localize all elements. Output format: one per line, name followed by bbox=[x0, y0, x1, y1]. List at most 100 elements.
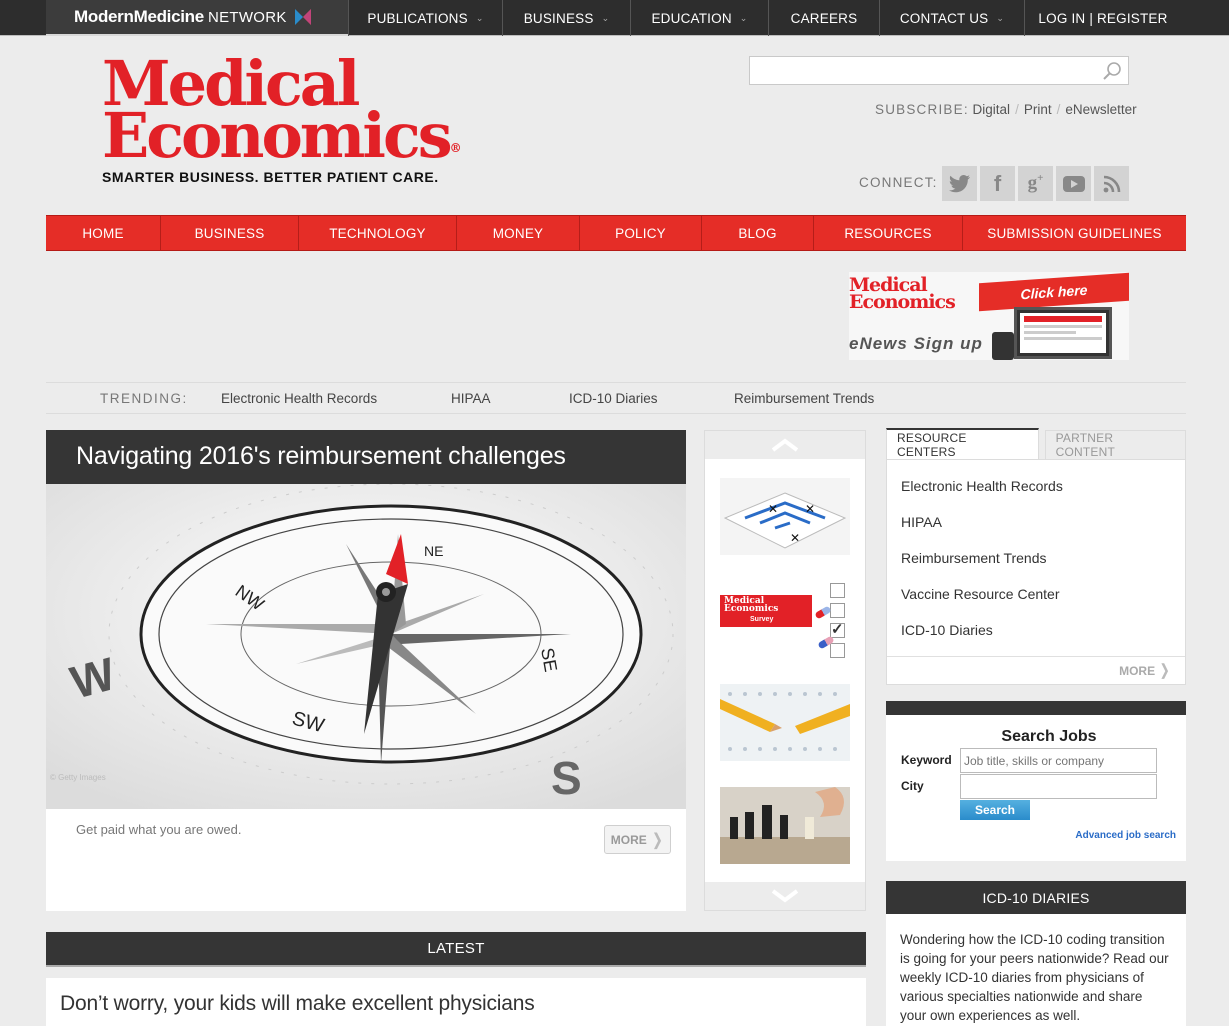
featured-story-image[interactable]: NE NW SE SW W S © Getty Images bbox=[46, 484, 686, 809]
chess-thumbnail[interactable] bbox=[720, 787, 850, 864]
facebook-icon[interactable]: f bbox=[980, 166, 1015, 201]
network-nav-business[interactable]: BUSINESS ⌄ bbox=[502, 0, 630, 36]
network-nav-label: CONTACT US bbox=[899, 10, 989, 26]
connect-label: CONNECT: bbox=[859, 175, 938, 190]
google-plus-glyph: g+ bbox=[1027, 172, 1044, 194]
search-input[interactable] bbox=[750, 57, 1090, 84]
site-search bbox=[749, 56, 1129, 85]
rss-glyph bbox=[1103, 175, 1120, 192]
subscribe-digital-link[interactable]: Digital bbox=[973, 102, 1011, 117]
main-nav-policy[interactable]: POLICY bbox=[580, 216, 702, 250]
maze-thumbnail[interactable]: ✕ ✕ ✕ bbox=[720, 478, 850, 555]
screen-line bbox=[1024, 337, 1102, 340]
more-label: MORE bbox=[1119, 664, 1156, 678]
network-nav-publications[interactable]: PUBLICATIONS ⌄ bbox=[348, 0, 502, 36]
trending-label: TRENDING: bbox=[100, 391, 188, 406]
banner-logo-word-2: Economics bbox=[849, 291, 956, 313]
compass-illustration: NE NW SE SW W S bbox=[46, 484, 686, 809]
main-nav-blog[interactable]: BLOG bbox=[702, 216, 814, 250]
resource-link[interactable]: Electronic Health Records bbox=[901, 478, 1063, 494]
checkmark-icon: ✓ bbox=[830, 621, 845, 638]
network-nav-label: CAREERS bbox=[790, 10, 858, 26]
keyword-input[interactable] bbox=[960, 748, 1157, 773]
login-register-link[interactable]: LOG IN | REGISTER bbox=[1024, 0, 1181, 36]
google-plus-icon[interactable]: g+ bbox=[1018, 166, 1053, 201]
network-nav-contact[interactable]: CONTACT US ⌄ bbox=[879, 0, 1024, 36]
featured-story-title[interactable]: Navigating 2016's reimbursement challeng… bbox=[46, 430, 686, 484]
resources-more-button[interactable]: MORE ❭ bbox=[1119, 661, 1171, 679]
subscribe-enewsletter-link[interactable]: eNewsletter bbox=[1065, 102, 1136, 117]
twitter-icon[interactable] bbox=[942, 166, 977, 201]
divider: / bbox=[1015, 102, 1019, 117]
screen-header bbox=[1024, 316, 1102, 322]
story-carousel: ✕ ✕ ✕ Medical Economics Survey ✓ bbox=[704, 430, 866, 911]
network-nav-careers[interactable]: CAREERS bbox=[768, 0, 879, 36]
chevron-right-icon: ❭ bbox=[650, 831, 665, 849]
tab-resource-centers[interactable]: RESOURCE CENTERS bbox=[886, 428, 1039, 460]
main-nav-money[interactable]: MONEY bbox=[457, 216, 580, 250]
main-nav-technology[interactable]: TECHNOLOGY bbox=[299, 216, 457, 250]
advanced-job-search-link[interactable]: Advanced job search bbox=[1075, 830, 1176, 841]
search-icon[interactable] bbox=[1102, 61, 1122, 81]
network-brand-name: ModernMedicine bbox=[74, 7, 204, 26]
maze-x-mark: ✕ bbox=[790, 531, 800, 545]
click-here-ribbon: Click here bbox=[979, 272, 1129, 312]
trending-bar: TRENDING: Electronic Health Records HIPA… bbox=[46, 382, 1186, 414]
main-nav-resources[interactable]: RESOURCES bbox=[814, 216, 963, 250]
divider bbox=[887, 656, 1185, 657]
survey-logo-2: Economics bbox=[724, 604, 779, 614]
tab-partner-content[interactable]: PARTNER CONTENT bbox=[1044, 430, 1186, 460]
resource-link[interactable]: Reimbursement Trends bbox=[901, 550, 1047, 566]
latest-story-title[interactable]: Don’t worry, your kids will make excelle… bbox=[60, 992, 535, 1016]
maze-x-mark: ✕ bbox=[768, 502, 778, 516]
main-nav-home[interactable]: HOME bbox=[46, 216, 161, 250]
tablet-illustration bbox=[1014, 307, 1112, 359]
resource-link[interactable]: ICD-10 Diaries bbox=[901, 622, 993, 638]
city-input[interactable] bbox=[960, 774, 1157, 799]
icd10-diaries-title[interactable]: ICD-10 DIARIES bbox=[886, 881, 1186, 914]
network-nav-education[interactable]: EDUCATION ⌄ bbox=[630, 0, 768, 36]
enews-signup-banner[interactable]: Medical Economics Click here eNews Sign … bbox=[849, 272, 1129, 360]
checkbox-illustration bbox=[830, 643, 845, 658]
trending-link[interactable]: HIPAA bbox=[451, 391, 491, 406]
phone-illustration bbox=[992, 332, 1014, 360]
checkbox-illustration bbox=[830, 583, 845, 598]
network-logo[interactable]: ModernMedicine NETWORK bbox=[46, 0, 348, 36]
site-logo[interactable]: Medical Economics® SMARTER BUSINESS. BET… bbox=[102, 53, 462, 186]
trending-link[interactable]: ICD-10 Diaries bbox=[569, 391, 658, 406]
main-nav: HOME BUSINESS TECHNOLOGY MONEY POLICY BL… bbox=[46, 215, 1186, 251]
chevron-up-icon bbox=[771, 438, 799, 452]
chevron-down-icon: ⌄ bbox=[739, 12, 748, 23]
broken-pencil-thumbnail[interactable] bbox=[720, 684, 850, 761]
screen-line bbox=[1024, 331, 1076, 334]
survey-thumbnail[interactable]: Medical Economics Survey ✓ bbox=[720, 581, 850, 658]
rss-icon[interactable] bbox=[1094, 166, 1129, 201]
trending-link[interactable]: Electronic Health Records bbox=[221, 391, 377, 406]
subscribe-links: SUBSCRIBE: Digital / Print / eNewsletter bbox=[875, 102, 1137, 117]
facebook-glyph: f bbox=[993, 170, 1002, 196]
job-search-button[interactable]: Search bbox=[960, 800, 1030, 820]
survey-label: Survey bbox=[750, 616, 774, 623]
trending-link[interactable]: Reimbursement Trends bbox=[734, 391, 874, 406]
pencil-image bbox=[720, 684, 850, 761]
carousel-up-button[interactable] bbox=[705, 431, 865, 459]
main-nav-business[interactable]: BUSINESS bbox=[161, 216, 299, 250]
subscribe-print-link[interactable]: Print bbox=[1024, 102, 1052, 117]
chess-image bbox=[720, 787, 850, 864]
youtube-icon[interactable] bbox=[1056, 166, 1091, 201]
main-nav-label: MONEY bbox=[492, 225, 544, 241]
featured-more-button[interactable]: MORE ❭ bbox=[604, 825, 671, 854]
featured-story: Navigating 2016's reimbursement challeng… bbox=[46, 430, 686, 911]
chevron-down-icon: ⌄ bbox=[996, 12, 1005, 23]
main-nav-submission-guidelines[interactable]: SUBMISSION GUIDELINES bbox=[963, 216, 1186, 250]
resource-link[interactable]: HIPAA bbox=[901, 514, 942, 530]
main-nav-label: BLOG bbox=[738, 225, 777, 241]
logo-word-2: Economics bbox=[102, 99, 453, 172]
icd10-diaries-widget: ICD-10 DIARIES Wondering how the ICD-10 … bbox=[886, 881, 1186, 1026]
twitter-glyph bbox=[948, 174, 970, 192]
carousel-down-button[interactable] bbox=[705, 882, 865, 910]
survey-logo: Medical Economics bbox=[724, 597, 779, 614]
resource-link[interactable]: Vaccine Resource Center bbox=[901, 586, 1059, 602]
compass-ne-label: NE bbox=[424, 543, 443, 559]
keyword-label: Keyword bbox=[901, 753, 952, 767]
